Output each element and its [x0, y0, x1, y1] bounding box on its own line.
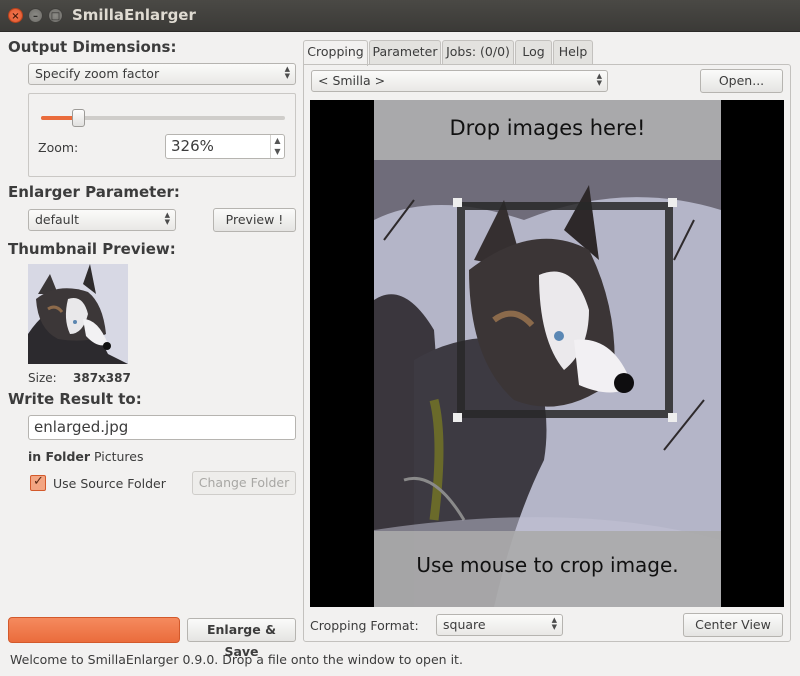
enlarge-save-button[interactable]: Enlarge & Save [187, 618, 296, 659]
thumbnail-image [28, 264, 128, 364]
zoom-slider-handle[interactable] [71, 109, 85, 127]
top-banner: Drop images here! [374, 100, 721, 160]
crop-canvas[interactable]: Drop images here! Use mouse to crop imag… [310, 100, 784, 607]
tab-jobs[interactable]: Jobs: (0/0) [442, 40, 514, 64]
cropping-format-value: square [443, 617, 486, 632]
checkmark-icon: ✓ [33, 474, 44, 489]
dimension-mode-value: Specify zoom factor [35, 66, 160, 81]
output-filename-input[interactable]: enlarged.jpg [28, 415, 296, 440]
chevron-updown-icon: ▲ ▼ [596, 72, 602, 87]
zoom-frame: Zoom: 326% ▲ ▼ [28, 93, 296, 177]
zoom-value: 326% [171, 137, 214, 155]
cropping-format-label: Cropping Format: [310, 618, 419, 633]
stepper-down-icon[interactable]: ▼ [271, 146, 284, 157]
change-folder-button[interactable]: Change Folder [192, 471, 296, 495]
in-folder-label: in Folder [28, 449, 91, 464]
maximize-icon[interactable]: □ [48, 8, 63, 23]
chevron-updown-icon: ▲ ▼ [551, 616, 557, 631]
mouse-hint: Use mouse to crop image. [416, 553, 679, 577]
parameter-preset-select[interactable]: default ▲ ▼ [28, 209, 176, 231]
thumbnail-preview-title: Thumbnail Preview: [8, 240, 176, 258]
drop-hint: Drop images here! [449, 116, 646, 140]
zoom-label: Zoom: [38, 140, 79, 155]
write-result-title: Write Result to: [8, 390, 142, 408]
crop-handle-top-left[interactable] [453, 198, 462, 207]
chevron-updown-icon: ▲ ▼ [284, 65, 290, 80]
source-select[interactable]: < Smilla > ▲ ▼ [311, 70, 608, 92]
open-button[interactable]: Open... [700, 69, 783, 93]
center-view-button[interactable]: Center View [683, 613, 783, 637]
title-bar: × – □ SmillaEnlarger [0, 0, 800, 32]
zoom-input[interactable]: 326% ▲ ▼ [165, 134, 285, 159]
crop-handle-top-right[interactable] [668, 198, 677, 207]
crop-handle-bottom-right[interactable] [668, 413, 677, 422]
tab-cropping[interactable]: Cropping [303, 40, 368, 66]
parameter-preset-value: default [35, 212, 79, 227]
cropping-format-select[interactable]: square ▲ ▼ [436, 614, 563, 636]
zoom-stepper[interactable]: ▲ ▼ [270, 135, 284, 158]
output-filename-value: enlarged.jpg [34, 418, 129, 436]
minimize-icon[interactable]: – [28, 8, 43, 23]
close-icon[interactable]: × [8, 8, 23, 23]
enlarger-parameter-title: Enlarger Parameter: [8, 183, 180, 201]
use-source-folder-label: Use Source Folder [53, 476, 166, 491]
preview-button[interactable]: Preview ! [213, 208, 296, 232]
dimension-mode-select[interactable]: Specify zoom factor ▲ ▼ [28, 63, 296, 85]
window-title: SmillaEnlarger [72, 6, 196, 24]
progress-bar [8, 617, 180, 643]
folder-value: Pictures [94, 449, 144, 464]
source-select-value: < Smilla > [318, 73, 386, 88]
crop-rectangle[interactable] [457, 202, 673, 418]
tab-log[interactable]: Log [515, 40, 552, 64]
tab-parameter[interactable]: Parameter [369, 40, 441, 64]
size-value: 387x387 [73, 371, 131, 385]
output-dimensions-title: Output Dimensions: [8, 38, 177, 56]
bottom-banner: Use mouse to crop image. [374, 531, 721, 607]
tab-help[interactable]: Help [553, 40, 593, 64]
chevron-updown-icon: ▲ ▼ [164, 211, 170, 226]
stepper-up-icon[interactable]: ▲ [271, 135, 284, 146]
size-label: Size: [28, 371, 57, 385]
use-source-folder-checkbox[interactable]: ✓ [30, 474, 46, 491]
crop-handle-bottom-left[interactable] [453, 413, 462, 422]
status-bar: Welcome to SmillaEnlarger 0.9.0. Drop a … [10, 652, 463, 667]
